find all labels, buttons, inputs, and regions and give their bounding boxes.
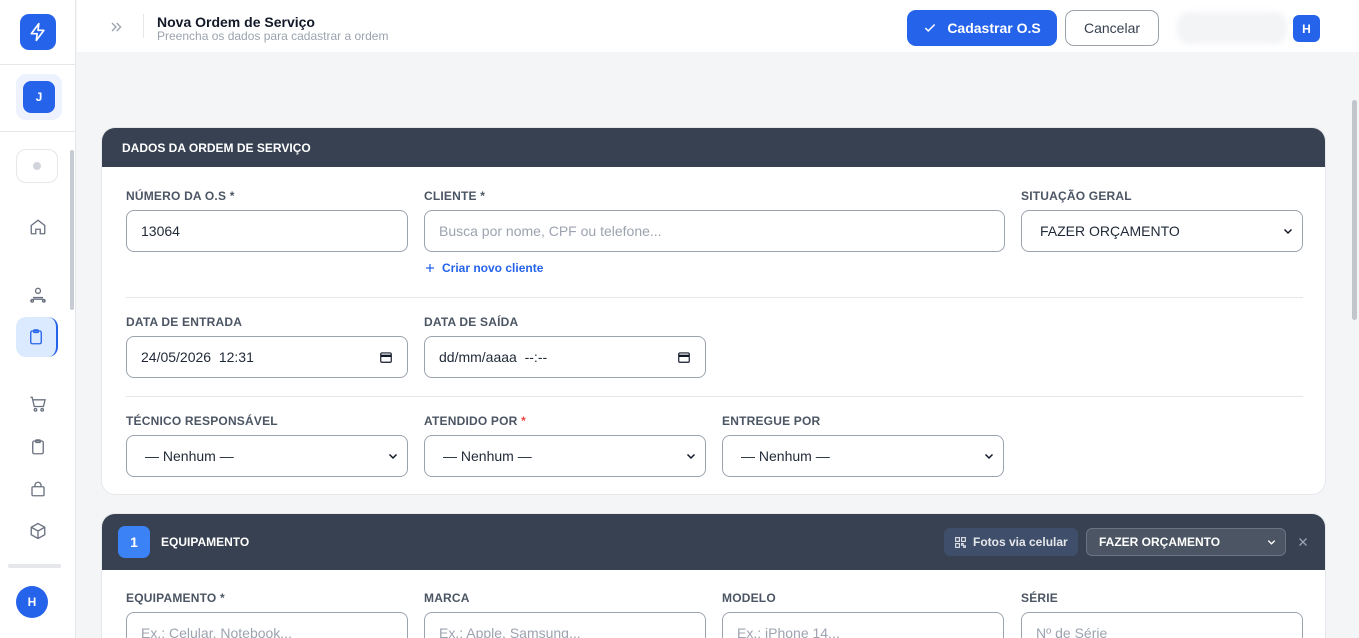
calendar-icon xyxy=(380,352,392,363)
user-info-blurred xyxy=(1177,12,1287,44)
submit-order-button[interactable]: Cadastrar O.S xyxy=(907,10,1057,46)
entry-date-input[interactable]: 24/05/2026 12:31 xyxy=(126,336,408,378)
qr-code-icon xyxy=(955,536,966,548)
equipment-status-value: FAZER ORÇAMENTO xyxy=(1099,535,1221,549)
status-toggle[interactable] xyxy=(16,149,58,183)
attended-by-select[interactable]: — Nenhum — xyxy=(424,435,706,477)
client-search-input[interactable]: Busca por nome, CPF ou telefone... xyxy=(424,210,1005,252)
technician-label: TÉCNICO RESPONSÁVEL xyxy=(126,414,278,428)
plus-icon xyxy=(426,264,434,272)
sidebar-item-sales[interactable] xyxy=(20,386,56,422)
sidebar-item-shopping[interactable] xyxy=(20,471,56,507)
client-label: CLIENTE * xyxy=(424,189,486,203)
section-divider xyxy=(126,396,1303,397)
calendar-icon xyxy=(678,352,690,363)
sidebar-scrollbar[interactable] xyxy=(70,150,74,310)
create-client-link[interactable]: Criar novo cliente xyxy=(424,261,543,275)
order-data-card: DADOS DA ORDEM DE SERVIÇO NÚMERO DA O.S … xyxy=(101,127,1326,495)
submit-order-label: Cadastrar O.S xyxy=(947,20,1041,36)
equipment-card: 1 EQUIPAMENTO Fotos via celular FAZER OR… xyxy=(101,513,1326,638)
attended-by-label: ATENDIDO POR * xyxy=(424,414,526,428)
cart-icon xyxy=(30,396,46,412)
exit-date-value: dd/mm/aaaa --:-- xyxy=(439,349,548,365)
users-icon xyxy=(30,287,46,303)
lightning-logo-icon[interactable] xyxy=(20,14,56,50)
expand-sidebar-button[interactable] xyxy=(107,18,125,36)
header-divider xyxy=(143,14,144,38)
sidebar-item-users[interactable] xyxy=(20,277,56,313)
brand-input[interactable]: Ex.: Apple, Samsung... xyxy=(424,612,706,638)
sidebar-divider xyxy=(0,131,75,132)
workspace-avatar: J xyxy=(23,81,55,113)
user-avatar[interactable]: H xyxy=(16,586,48,618)
section-divider xyxy=(126,297,1303,298)
sidebar-divider xyxy=(0,64,75,65)
model-input[interactable]: Ex.: iPhone 14... xyxy=(722,612,1004,638)
sidebar: J H xyxy=(0,0,76,638)
model-label: MODELO xyxy=(722,591,776,605)
exit-date-label: DATA DE SAÍDA xyxy=(424,315,519,329)
chevron-down-icon xyxy=(1283,228,1293,235)
close-icon xyxy=(1299,538,1307,546)
sidebar-item-reports[interactable] xyxy=(20,429,56,465)
delivered-by-select-value: — Nenhum — xyxy=(741,448,830,464)
sidebar-item-products[interactable] xyxy=(20,513,56,549)
check-icon xyxy=(925,23,936,32)
create-client-label: Criar novo cliente xyxy=(442,261,544,275)
technician-select[interactable]: — Nenhum — xyxy=(126,435,408,477)
section-title: DADOS DA ORDEM DE SERVIÇO xyxy=(122,141,311,155)
status-dot-icon xyxy=(33,162,41,170)
equipment-title: EQUIPAMENTO xyxy=(161,535,250,549)
order-data-header: DADOS DA ORDEM DE SERVIÇO xyxy=(102,128,1325,167)
equipment-label: EQUIPAMENTO * xyxy=(126,591,225,605)
photos-via-phone-button[interactable]: Fotos via celular xyxy=(944,528,1078,556)
attended-by-select-value: — Nenhum — xyxy=(443,448,532,464)
chevron-down-icon xyxy=(1267,540,1276,545)
chevron-down-icon xyxy=(984,453,994,460)
serial-label: SÉRIE xyxy=(1021,591,1059,605)
equipment-header: 1 EQUIPAMENTO Fotos via celular FAZER OR… xyxy=(102,514,1325,570)
sidebar-item-orders[interactable] xyxy=(16,317,58,357)
equipment-input[interactable]: Ex.: Celular, Notebook... xyxy=(126,612,408,638)
sidebar-item-home[interactable] xyxy=(20,209,56,245)
top-header: Nova Ordem de Serviço Preencha os dados … xyxy=(77,0,1359,52)
box-icon xyxy=(30,522,46,540)
photos-via-phone-label: Fotos via celular xyxy=(973,535,1068,549)
bag-icon xyxy=(31,481,45,497)
technician-select-value: — Nenhum — xyxy=(145,448,234,464)
page-scrollbar[interactable] xyxy=(1352,100,1357,320)
entry-date-value: 24/05/2026 12:31 xyxy=(141,349,254,365)
page-title: Nova Ordem de Serviço xyxy=(157,14,315,30)
header-avatar[interactable]: H xyxy=(1293,15,1320,42)
equipment-number-badge: 1 xyxy=(118,526,150,558)
remove-equipment-button[interactable] xyxy=(1295,534,1311,550)
sidebar-divider xyxy=(8,564,61,568)
cancel-button[interactable]: Cancelar xyxy=(1065,10,1159,46)
home-icon xyxy=(30,219,46,235)
clipboard-icon xyxy=(30,329,42,345)
clipboard-icon xyxy=(32,439,44,455)
entry-date-label: DATA DE ENTRADA xyxy=(126,315,243,329)
chevron-down-icon xyxy=(388,453,398,460)
serial-input[interactable]: Nº de Série xyxy=(1021,612,1303,638)
delivered-by-select[interactable]: — Nenhum — xyxy=(722,435,1004,477)
workspace-switcher[interactable]: J xyxy=(16,74,62,120)
os-number-input[interactable]: 13064 xyxy=(126,210,408,252)
status-label: SITUAÇÃO GERAL xyxy=(1021,189,1132,203)
brand-label: MARCA xyxy=(424,591,470,605)
chevrons-right-icon xyxy=(111,22,122,32)
delivered-by-label: ENTREGUE POR xyxy=(722,414,821,428)
status-select-value: FAZER ORÇAMENTO xyxy=(1040,223,1180,239)
equipment-status-select[interactable]: FAZER ORÇAMENTO xyxy=(1086,528,1286,556)
os-number-label: NÚMERO DA O.S * xyxy=(126,189,235,203)
exit-date-input[interactable]: dd/mm/aaaa --:-- xyxy=(424,336,706,378)
page-subtitle: Preencha os dados para cadastrar a ordem xyxy=(157,29,389,43)
status-select[interactable]: FAZER ORÇAMENTO xyxy=(1021,210,1303,252)
chevron-down-icon xyxy=(686,453,696,460)
